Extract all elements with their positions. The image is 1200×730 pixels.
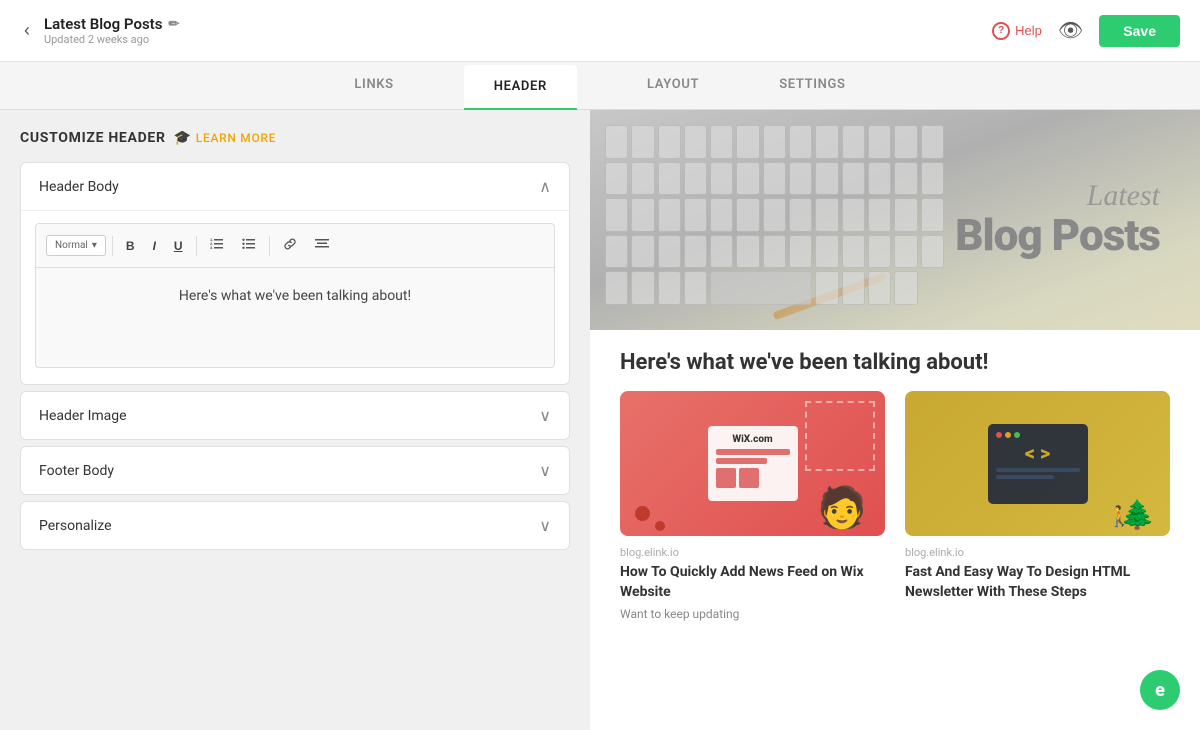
card-1-image: WiX.com 🧑 (620, 391, 885, 536)
blog-subtitle: Here's what we've been talking about! (620, 350, 1170, 375)
card-2-title: Fast And Easy Way To Design HTML Newslet… (905, 563, 1170, 602)
unordered-list-button[interactable] (235, 232, 263, 259)
italic-button[interactable]: I (146, 234, 163, 258)
editor-area[interactable]: Here's what we've been talking about! (35, 268, 555, 368)
accordion-header-body-icon: ∧ (539, 177, 551, 196)
preview-content: // inline key rendering handled by HTML … (590, 110, 1200, 730)
help-icon: ? (992, 22, 1010, 40)
page-title: Latest Blog Posts ✏ (44, 15, 179, 33)
topbar-left: ‹ Latest Blog Posts ✏ Updated 2 weeks ag… (20, 15, 179, 46)
svg-text:3.: 3. (210, 245, 213, 250)
hero-image: // inline key rendering handled by HTML … (590, 110, 1200, 330)
hero-blog-posts: Blog Posts (955, 211, 1160, 259)
accordion-personalize-icon: ∨ (539, 516, 551, 535)
wix-mockup: WiX.com (708, 426, 798, 501)
format-select[interactable]: Normal ▾ (46, 235, 106, 256)
person-icon: 🧑 (817, 484, 867, 531)
help-button[interactable]: ? Help (992, 22, 1042, 40)
help-label: Help (1015, 23, 1042, 38)
blog-card-2: < > 🌲 🚶 blog.elink.io Fast And Easy Way … (905, 391, 1170, 621)
accordion-header-image: Header Image ∨ (20, 391, 570, 440)
accordion-personalize-toggle[interactable]: Personalize ∨ (21, 502, 569, 549)
underline-button[interactable]: U (167, 234, 190, 258)
accordion-footer-body-icon: ∨ (539, 461, 551, 480)
card-1-excerpt: Want to keep updating (620, 607, 885, 621)
save-button[interactable]: Save (1099, 15, 1180, 47)
bold-button[interactable]: B (119, 234, 142, 258)
preview-button[interactable]: 👁 (1058, 18, 1083, 43)
editor-toolbar: Normal ▾ B I U 1.2.3. (35, 223, 555, 268)
learn-more-link[interactable]: 🎓 Learn More (174, 130, 277, 146)
blog-cards: WiX.com 🧑 (620, 391, 1170, 621)
right-panel: // inline key rendering handled by HTML … (590, 110, 1200, 730)
hero-overlay: Latest Blog Posts (590, 110, 1200, 330)
card-1-source: blog.elink.io (620, 546, 885, 559)
card-2-image: < > 🌲 🚶 (905, 391, 1170, 536)
elink-badge: e (1140, 670, 1180, 710)
title-block: Latest Blog Posts ✏ Updated 2 weeks ago (44, 15, 179, 46)
hero-text: Latest Blog Posts (955, 181, 1160, 259)
left-panel: CUSTOMIZE HEADER 🎓 Learn More Header Bod… (0, 110, 590, 730)
toolbar-separator-2 (196, 236, 197, 256)
topbar: ‹ Latest Blog Posts ✏ Updated 2 weeks ag… (0, 0, 1200, 62)
hero-latest: Latest (955, 181, 1160, 211)
customize-header-title: CUSTOMIZE HEADER 🎓 Learn More (20, 130, 570, 146)
align-button[interactable] (308, 232, 336, 259)
edit-icon[interactable]: ✏ (168, 17, 179, 32)
nav-tabs: LINKS HEADER LAYOUT SETTINGS (0, 62, 1200, 110)
accordion-footer-body-toggle[interactable]: Footer Body ∨ (21, 447, 569, 494)
editor-content: Here's what we've been talking about! (56, 288, 534, 304)
format-label: Normal (55, 240, 88, 251)
accordion-header-body-content: Normal ▾ B I U 1.2.3. (21, 210, 569, 384)
card-2-source: blog.elink.io (905, 546, 1170, 559)
link-button[interactable] (276, 232, 304, 259)
accordion-personalize-title: Personalize (39, 518, 112, 534)
tab-links[interactable]: LINKS (344, 63, 403, 109)
code-mockup: < > (988, 424, 1088, 504)
accordion-personalize: Personalize ∨ (20, 501, 570, 550)
accordion-header-image-icon: ∨ (539, 406, 551, 425)
toolbar-separator-3 (269, 236, 270, 256)
ordered-list-button[interactable]: 1.2.3. (203, 232, 231, 259)
person-icon-2: 🚶 (1107, 504, 1132, 528)
main-content: CUSTOMIZE HEADER 🎓 Learn More Header Bod… (0, 110, 1200, 730)
accordion-footer-body: Footer Body ∨ (20, 446, 570, 495)
accordion-header-image-title: Header Image (39, 408, 127, 424)
accordion-header-body-title: Header Body (39, 179, 119, 195)
accordion-header-body-toggle[interactable]: Header Body ∧ (21, 163, 569, 210)
accordion-header-body: Header Body ∧ Normal ▾ B I U 1.2.3. (20, 162, 570, 385)
back-button[interactable]: ‹ (20, 16, 34, 45)
accordion-footer-body-title: Footer Body (39, 463, 114, 479)
blog-preview-section: Here's what we've been talking about! Wi… (590, 330, 1200, 730)
blog-card-1: WiX.com 🧑 (620, 391, 885, 621)
tab-settings[interactable]: SETTINGS (769, 63, 855, 109)
learn-icon: 🎓 (174, 130, 192, 146)
updated-text: Updated 2 weeks ago (44, 33, 179, 46)
accordion-header-image-toggle[interactable]: Header Image ∨ (21, 392, 569, 439)
format-arrow: ▾ (92, 240, 97, 251)
tab-layout[interactable]: LAYOUT (637, 63, 709, 109)
topbar-right: ? Help 👁 Save (992, 15, 1180, 47)
tab-header[interactable]: HEADER (464, 65, 577, 111)
card-1-title: How To Quickly Add News Feed on Wix Webs… (620, 563, 885, 602)
toolbar-separator-1 (112, 236, 113, 256)
